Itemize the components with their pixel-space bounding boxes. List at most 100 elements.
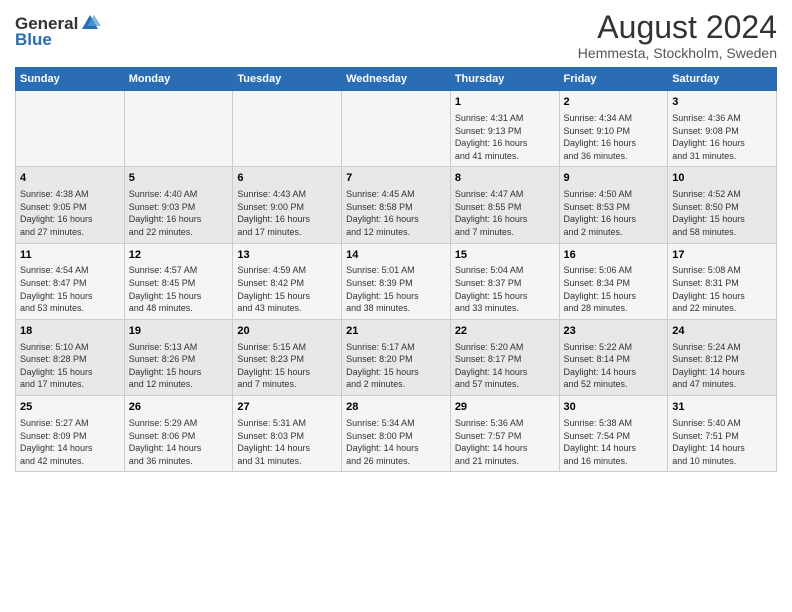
day-info: Sunrise: 4:52 AM Sunset: 8:50 PM Dayligh…	[672, 188, 772, 238]
day-info: Sunrise: 5:01 AM Sunset: 8:39 PM Dayligh…	[346, 264, 446, 314]
day-info: Sunrise: 5:17 AM Sunset: 8:20 PM Dayligh…	[346, 341, 446, 391]
day-info: Sunrise: 5:24 AM Sunset: 8:12 PM Dayligh…	[672, 341, 772, 391]
day-number: 28	[346, 400, 446, 415]
col-saturday: Saturday	[668, 68, 777, 91]
calendar-cell: 1 Sunrise: 4:31 AM Sunset: 9:13 PM Daylig…	[450, 91, 559, 167]
calendar-cell: 12Sunrise: 4:57 AM Sunset: 8:45 PM Dayli…	[124, 243, 233, 319]
day-number: 17	[672, 248, 772, 263]
calendar-cell: 25Sunrise: 5:27 AM Sunset: 8:09 PM Dayli…	[16, 396, 125, 472]
calendar-cell: 26Sunrise: 5:29 AM Sunset: 8:06 PM Dayli…	[124, 396, 233, 472]
day-info: Sunrise: 4:50 AM Sunset: 8:53 PM Dayligh…	[564, 188, 664, 238]
day-info: Sunrise: 4:40 AM Sunset: 9:03 PM Dayligh…	[129, 188, 229, 238]
day-number: 14	[346, 248, 446, 263]
calendar-cell: 11Sunrise: 4:54 AM Sunset: 8:47 PM Dayli…	[16, 243, 125, 319]
day-number: 12	[129, 248, 229, 263]
day-number: 2	[564, 95, 664, 110]
day-info: Sunrise: 4:47 AM Sunset: 8:55 PM Dayligh…	[455, 188, 555, 238]
day-number: 18	[20, 324, 120, 339]
calendar-cell: 28 Sunrise: 5:34 AM Sunset: 8:00 PM Dayli…	[342, 396, 451, 472]
day-info: Sunrise: 4:36 AM Sunset: 9:08 PM Dayligh…	[672, 112, 772, 162]
day-info: Sunrise: 4:57 AM Sunset: 8:45 PM Dayligh…	[129, 264, 229, 314]
calendar-cell: 19Sunrise: 5:13 AM Sunset: 8:26 PM Dayli…	[124, 319, 233, 395]
calendar-cell	[342, 91, 451, 167]
header-row-days: Sunday Monday Tuesday Wednesday Thursday…	[16, 68, 777, 91]
day-number: 6	[237, 171, 337, 186]
day-info: Sunrise: 4:31 AM Sunset: 9:13 PM Dayligh…	[455, 112, 555, 162]
day-number: 11	[20, 248, 120, 263]
day-info: Sunrise: 5:29 AM Sunset: 8:06 PM Dayligh…	[129, 417, 229, 467]
day-number: 15	[455, 248, 555, 263]
calendar-cell	[16, 91, 125, 167]
day-info: Sunrise: 5:36 AM Sunset: 7:57 PM Dayligh…	[455, 417, 555, 467]
calendar-cell: 23Sunrise: 5:22 AM Sunset: 8:14 PM Dayli…	[559, 319, 668, 395]
calendar-cell: 5Sunrise: 4:40 AM Sunset: 9:03 PM Daylig…	[124, 167, 233, 243]
day-number: 10	[672, 171, 772, 186]
day-info: Sunrise: 5:04 AM Sunset: 8:37 PM Dayligh…	[455, 264, 555, 314]
calendar-cell: 8 Sunrise: 4:47 AM Sunset: 8:55 PM Daylig…	[450, 167, 559, 243]
calendar-table: Sunday Monday Tuesday Wednesday Thursday…	[15, 67, 777, 472]
calendar-cell: 7 Sunrise: 4:45 AM Sunset: 8:58 PM Daylig…	[342, 167, 451, 243]
day-info: Sunrise: 5:06 AM Sunset: 8:34 PM Dayligh…	[564, 264, 664, 314]
main-title: August 2024	[578, 10, 777, 45]
day-info: Sunrise: 5:22 AM Sunset: 8:14 PM Dayligh…	[564, 341, 664, 391]
day-info: Sunrise: 4:34 AM Sunset: 9:10 PM Dayligh…	[564, 112, 664, 162]
col-tuesday: Tuesday	[233, 68, 342, 91]
calendar-header: Sunday Monday Tuesday Wednesday Thursday…	[16, 68, 777, 91]
day-number: 4	[20, 171, 120, 186]
day-info: Sunrise: 5:38 AM Sunset: 7:54 PM Dayligh…	[564, 417, 664, 467]
col-thursday: Thursday	[450, 68, 559, 91]
calendar-body: 1 Sunrise: 4:31 AM Sunset: 9:13 PM Daylig…	[16, 91, 777, 472]
day-info: Sunrise: 5:27 AM Sunset: 8:09 PM Dayligh…	[20, 417, 120, 467]
day-number: 21	[346, 324, 446, 339]
day-info: Sunrise: 5:15 AM Sunset: 8:23 PM Dayligh…	[237, 341, 337, 391]
day-info: Sunrise: 4:38 AM Sunset: 9:05 PM Dayligh…	[20, 188, 120, 238]
day-info: Sunrise: 4:45 AM Sunset: 8:58 PM Dayligh…	[346, 188, 446, 238]
calendar-cell: 31 Sunrise: 5:40 AM Sunset: 7:51 PM Dayli…	[668, 396, 777, 472]
day-info: Sunrise: 5:08 AM Sunset: 8:31 PM Dayligh…	[672, 264, 772, 314]
calendar-cell: 4 Sunrise: 4:38 AM Sunset: 9:05 PM Daylig…	[16, 167, 125, 243]
title-section: August 2024 Hemmesta, Stockholm, Sweden	[578, 10, 777, 61]
day-number: 7	[346, 171, 446, 186]
calendar-week-5: 25Sunrise: 5:27 AM Sunset: 8:09 PM Dayli…	[16, 396, 777, 472]
logo-icon	[79, 12, 101, 34]
day-number: 16	[564, 248, 664, 263]
page-container: General Blue August 2024 Hemmesta, Stock…	[0, 0, 792, 480]
calendar-cell: 24 Sunrise: 5:24 AM Sunset: 8:12 PM Dayli…	[668, 319, 777, 395]
day-number: 1	[455, 95, 555, 110]
calendar-cell: 10 Sunrise: 4:52 AM Sunset: 8:50 PM Dayli…	[668, 167, 777, 243]
day-info: Sunrise: 5:10 AM Sunset: 8:28 PM Dayligh…	[20, 341, 120, 391]
calendar-cell: 9Sunrise: 4:50 AM Sunset: 8:53 PM Daylig…	[559, 167, 668, 243]
calendar-week-3: 11Sunrise: 4:54 AM Sunset: 8:47 PM Dayli…	[16, 243, 777, 319]
calendar-cell: 18 Sunrise: 5:10 AM Sunset: 8:28 PM Dayli…	[16, 319, 125, 395]
logo-blue-text: Blue	[15, 30, 52, 50]
day-number: 30	[564, 400, 664, 415]
calendar-cell: 13Sunrise: 4:59 AM Sunset: 8:42 PM Dayli…	[233, 243, 342, 319]
calendar-cell: 6 Sunrise: 4:43 AM Sunset: 9:00 PM Daylig…	[233, 167, 342, 243]
day-info: Sunrise: 5:40 AM Sunset: 7:51 PM Dayligh…	[672, 417, 772, 467]
day-info: Sunrise: 5:34 AM Sunset: 8:00 PM Dayligh…	[346, 417, 446, 467]
calendar-week-4: 18 Sunrise: 5:10 AM Sunset: 8:28 PM Dayli…	[16, 319, 777, 395]
logo: General Blue	[15, 14, 101, 50]
day-number: 8	[455, 171, 555, 186]
calendar-cell: 15Sunrise: 5:04 AM Sunset: 8:37 PM Dayli…	[450, 243, 559, 319]
calendar-cell: 16Sunrise: 5:06 AM Sunset: 8:34 PM Dayli…	[559, 243, 668, 319]
calendar-week-2: 4 Sunrise: 4:38 AM Sunset: 9:05 PM Daylig…	[16, 167, 777, 243]
day-number: 3	[672, 95, 772, 110]
day-info: Sunrise: 5:20 AM Sunset: 8:17 PM Dayligh…	[455, 341, 555, 391]
calendar-cell: 14Sunrise: 5:01 AM Sunset: 8:39 PM Dayli…	[342, 243, 451, 319]
day-number: 24	[672, 324, 772, 339]
day-number: 19	[129, 324, 229, 339]
day-info: Sunrise: 4:54 AM Sunset: 8:47 PM Dayligh…	[20, 264, 120, 314]
calendar-cell: 21 Sunrise: 5:17 AM Sunset: 8:20 PM Dayli…	[342, 319, 451, 395]
day-number: 31	[672, 400, 772, 415]
col-wednesday: Wednesday	[342, 68, 451, 91]
day-number: 27	[237, 400, 337, 415]
col-sunday: Sunday	[16, 68, 125, 91]
calendar-week-1: 1 Sunrise: 4:31 AM Sunset: 9:13 PM Daylig…	[16, 91, 777, 167]
calendar-cell: 20 Sunrise: 5:15 AM Sunset: 8:23 PM Dayli…	[233, 319, 342, 395]
day-number: 20	[237, 324, 337, 339]
day-info: Sunrise: 4:43 AM Sunset: 9:00 PM Dayligh…	[237, 188, 337, 238]
col-friday: Friday	[559, 68, 668, 91]
calendar-cell	[233, 91, 342, 167]
calendar-cell: 2 Sunrise: 4:34 AM Sunset: 9:10 PM Daylig…	[559, 91, 668, 167]
